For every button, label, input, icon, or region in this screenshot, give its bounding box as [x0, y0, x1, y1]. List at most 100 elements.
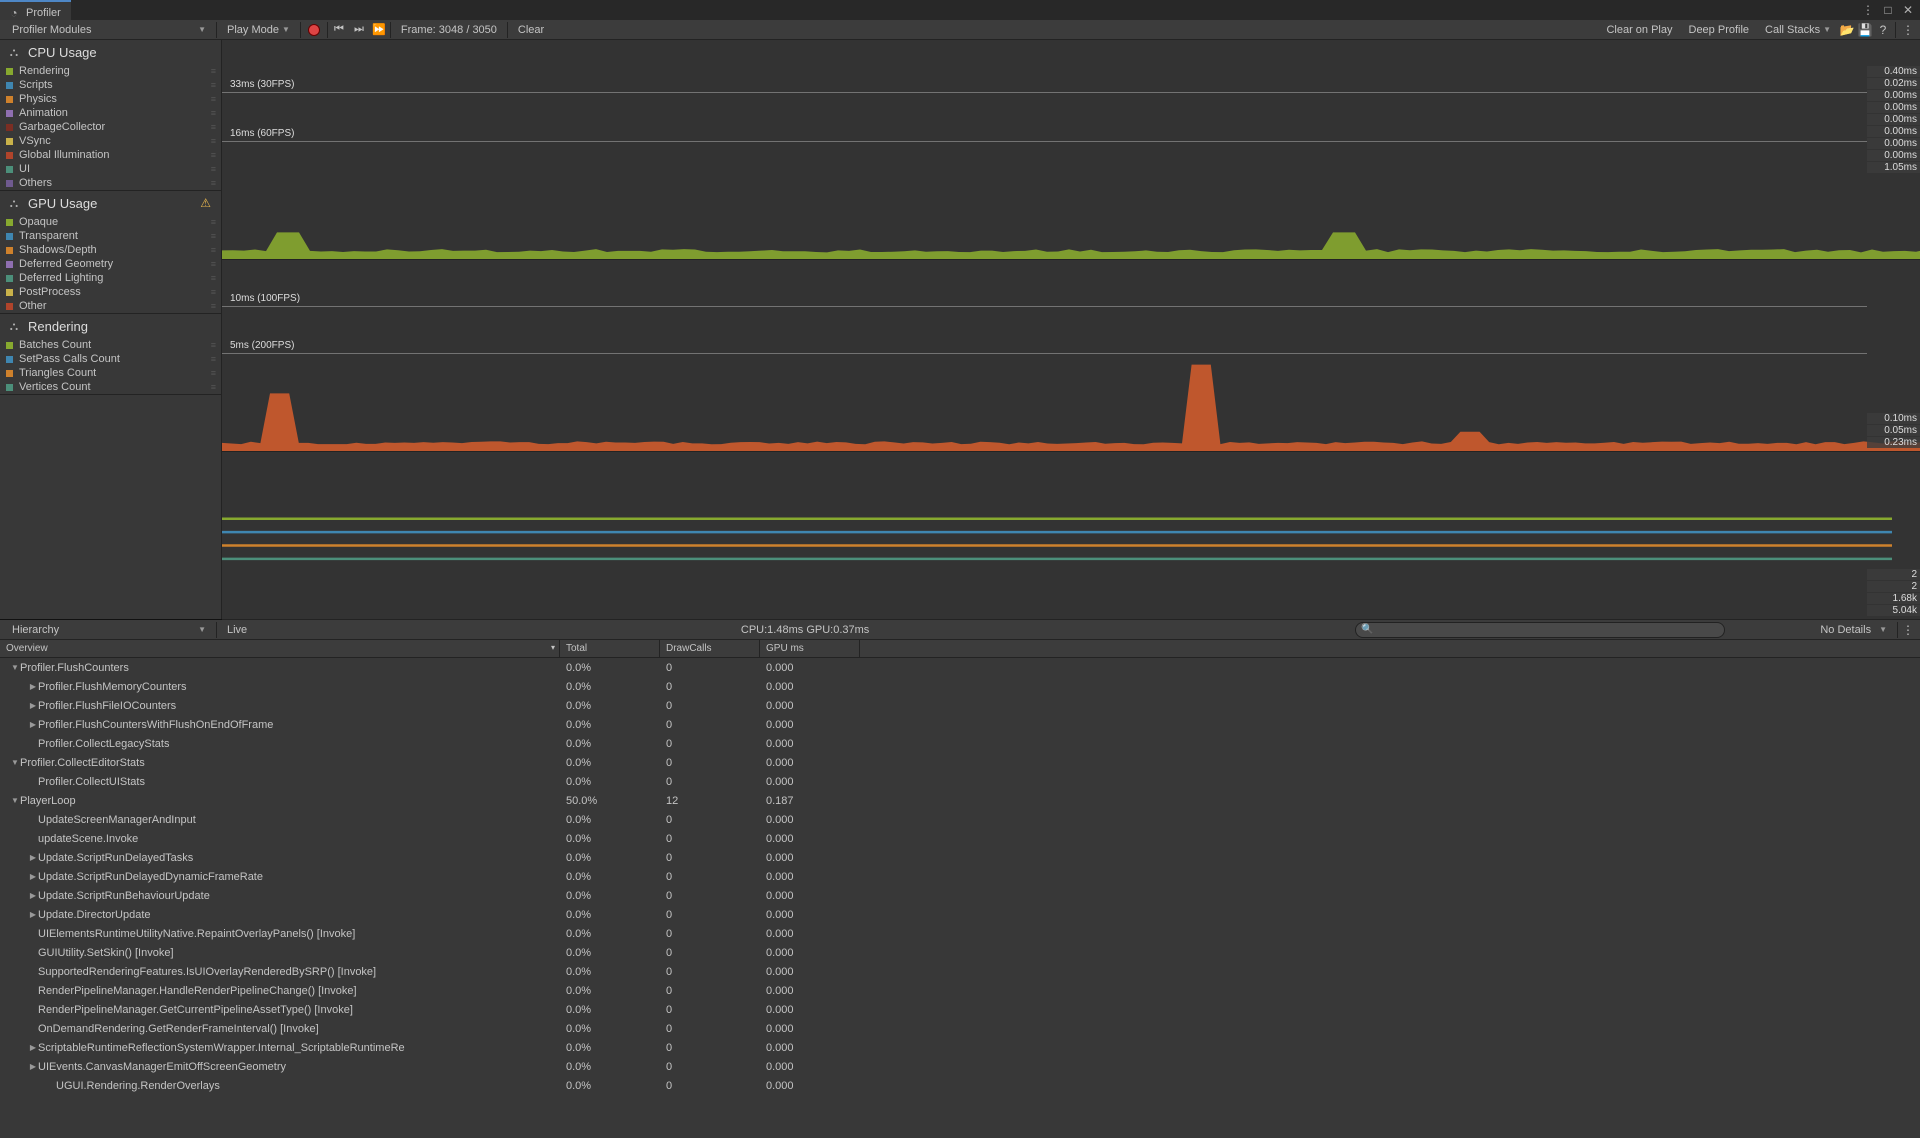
- module-item[interactable]: Batches Count≡: [0, 338, 221, 352]
- play-mode-dropdown[interactable]: Play Mode▼: [219, 22, 298, 38]
- maximize-icon[interactable]: □: [1880, 2, 1896, 18]
- module-item[interactable]: Physics≡: [0, 92, 221, 106]
- col-gpums[interactable]: GPU ms: [760, 640, 860, 657]
- grip-icon[interactable]: ≡: [211, 301, 215, 311]
- foldout-icon[interactable]: ▶: [28, 872, 38, 881]
- module-item[interactable]: VSync≡: [0, 134, 221, 148]
- grip-icon[interactable]: ≡: [211, 178, 215, 188]
- module-item[interactable]: Other≡: [0, 299, 221, 313]
- table-row[interactable]: OnDemandRendering.GetRenderFrameInterval…: [0, 1019, 1920, 1038]
- module-item[interactable]: Rendering≡: [0, 64, 221, 78]
- module-item[interactable]: Deferred Lighting≡: [0, 271, 221, 285]
- table-row[interactable]: ▶Update.ScriptRunDelayedDynamicFrameRate…: [0, 867, 1920, 886]
- close-icon[interactable]: ✕: [1900, 2, 1916, 18]
- table-row[interactable]: ▼PlayerLoop50.0%120.187: [0, 791, 1920, 810]
- module-item[interactable]: UI≡: [0, 162, 221, 176]
- grip-icon[interactable]: ≡: [211, 245, 215, 255]
- grip-icon[interactable]: ≡: [211, 273, 215, 283]
- help-icon[interactable]: ?: [1875, 22, 1891, 38]
- foldout-icon[interactable]: ▶: [28, 701, 38, 710]
- table-row[interactable]: ▶Update.ScriptRunBehaviourUpdate0.0%00.0…: [0, 886, 1920, 905]
- foldout-icon[interactable]: ▼: [10, 663, 20, 672]
- module-item[interactable]: Scripts≡: [0, 78, 221, 92]
- module-item[interactable]: Opaque≡: [0, 215, 221, 229]
- module-item[interactable]: Deferred Geometry≡: [0, 257, 221, 271]
- open-icon[interactable]: 📂: [1839, 22, 1855, 38]
- prev-frame-button[interactable]: ⏮: [330, 21, 348, 39]
- module-item[interactable]: Shadows/Depth≡: [0, 243, 221, 257]
- hierarchy-search[interactable]: 🔍: [1355, 622, 1725, 638]
- table-row[interactable]: UIElementsRuntimeUtilityNative.RepaintOv…: [0, 924, 1920, 943]
- foldout-icon[interactable]: ▼: [10, 796, 20, 805]
- clear-button[interactable]: Clear: [510, 22, 552, 38]
- grip-icon[interactable]: ≡: [211, 80, 215, 90]
- module-item[interactable]: Vertices Count≡: [0, 380, 221, 394]
- module-item[interactable]: SetPass Calls Count≡: [0, 352, 221, 366]
- deep-profile-button[interactable]: Deep Profile: [1681, 22, 1758, 38]
- col-drawcalls[interactable]: DrawCalls: [660, 640, 760, 657]
- table-row[interactable]: RenderPipelineManager.HandleRenderPipeli…: [0, 981, 1920, 1000]
- module-item[interactable]: PostProcess≡: [0, 285, 221, 299]
- next-frame-button[interactable]: ⏭: [350, 21, 368, 39]
- foldout-icon[interactable]: ▼: [10, 758, 20, 767]
- kebab-icon[interactable]: ⋮: [1900, 22, 1916, 38]
- save-icon[interactable]: 💾: [1857, 22, 1873, 38]
- module-item[interactable]: Transparent≡: [0, 229, 221, 243]
- table-body[interactable]: ▼Profiler.FlushCounters0.0%00.000▶Profil…: [0, 658, 1920, 1138]
- module-header[interactable]: ⛬CPU Usage: [0, 40, 221, 64]
- foldout-icon[interactable]: ▶: [28, 682, 38, 691]
- clear-on-play-button[interactable]: Clear on Play: [1598, 22, 1680, 38]
- grip-icon[interactable]: ≡: [211, 231, 215, 241]
- table-row[interactable]: ▶Profiler.FlushFileIOCounters0.0%00.000: [0, 696, 1920, 715]
- foldout-icon[interactable]: ▶: [28, 853, 38, 862]
- record-button[interactable]: [303, 22, 325, 38]
- chart-row[interactable]: 221.68k5.04k: [222, 452, 1920, 620]
- table-row[interactable]: ▶Profiler.FlushMemoryCounters0.0%00.000: [0, 677, 1920, 696]
- module-header[interactable]: ⛬GPU Usage⚠: [0, 191, 221, 215]
- live-button[interactable]: Live: [219, 622, 255, 638]
- table-row[interactable]: ▶Update.ScriptRunDelayedTasks0.0%00.000: [0, 848, 1920, 867]
- table-row[interactable]: Profiler.CollectUIStats0.0%00.000: [0, 772, 1920, 791]
- menu-icon[interactable]: ⋮: [1860, 2, 1876, 18]
- module-item[interactable]: Triangles Count≡: [0, 366, 221, 380]
- table-row[interactable]: ▶Update.DirectorUpdate0.0%00.000: [0, 905, 1920, 924]
- grip-icon[interactable]: ≡: [211, 287, 215, 297]
- grip-icon[interactable]: ≡: [211, 94, 215, 104]
- grip-icon[interactable]: ≡: [211, 164, 215, 174]
- table-row[interactable]: ▶UIEvents.CanvasManagerEmitOffScreenGeom…: [0, 1057, 1920, 1076]
- grip-icon[interactable]: ≡: [211, 259, 215, 269]
- table-row[interactable]: Profiler.CollectLegacyStats0.0%00.000: [0, 734, 1920, 753]
- details-dropdown[interactable]: No Details▼: [1725, 622, 1895, 638]
- module-item[interactable]: GarbageCollector≡: [0, 120, 221, 134]
- table-row[interactable]: updateScene.Invoke0.0%00.000: [0, 829, 1920, 848]
- table-row[interactable]: UGUI.Rendering.RenderOverlays0.0%00.000: [0, 1076, 1920, 1095]
- profiler-modules-dropdown[interactable]: Profiler Modules▼: [4, 22, 214, 38]
- table-row[interactable]: UpdateScreenManagerAndInput0.0%00.000: [0, 810, 1920, 829]
- foldout-icon[interactable]: ▶: [28, 1043, 38, 1052]
- tab-profiler[interactable]: ◔ Profiler: [0, 0, 71, 20]
- grip-icon[interactable]: ≡: [211, 150, 215, 160]
- grip-icon[interactable]: ≡: [211, 66, 215, 76]
- hierarchy-view-dropdown[interactable]: Hierarchy▼: [4, 622, 214, 638]
- grip-icon[interactable]: ≡: [211, 136, 215, 146]
- foldout-icon[interactable]: ▶: [28, 891, 38, 900]
- col-total[interactable]: Total: [560, 640, 660, 657]
- grip-icon[interactable]: ≡: [211, 108, 215, 118]
- hierarchy-kebab-icon[interactable]: ⋮: [1900, 622, 1916, 638]
- module-item[interactable]: Global Illumination≡: [0, 148, 221, 162]
- chart-row[interactable]: 10ms (100FPS)5ms (200FPS)0.10ms0.05ms0.2…: [222, 260, 1920, 452]
- chart-row[interactable]: 33ms (30FPS)16ms (60FPS)0.40ms0.02ms0.00…: [222, 40, 1920, 260]
- grip-icon[interactable]: ≡: [211, 354, 215, 364]
- table-row[interactable]: GUIUtility.SetSkin() [Invoke]0.0%00.000: [0, 943, 1920, 962]
- table-row[interactable]: ▼Profiler.CollectEditorStats0.0%00.000: [0, 753, 1920, 772]
- grip-icon[interactable]: ≡: [211, 368, 215, 378]
- grip-icon[interactable]: ≡: [211, 217, 215, 227]
- foldout-icon[interactable]: ▶: [28, 720, 38, 729]
- table-row[interactable]: SupportedRenderingFeatures.IsUIOverlayRe…: [0, 962, 1920, 981]
- table-row[interactable]: ▶Profiler.FlushCountersWithFlushOnEndOfF…: [0, 715, 1920, 734]
- module-item[interactable]: Others≡: [0, 176, 221, 190]
- table-row[interactable]: ▶ScriptableRuntimeReflectionSystemWrappe…: [0, 1038, 1920, 1057]
- module-header[interactable]: ⛬Rendering: [0, 314, 221, 338]
- col-overview[interactable]: Overview▾: [0, 640, 560, 657]
- call-stacks-dropdown[interactable]: Call Stacks▼: [1757, 22, 1839, 38]
